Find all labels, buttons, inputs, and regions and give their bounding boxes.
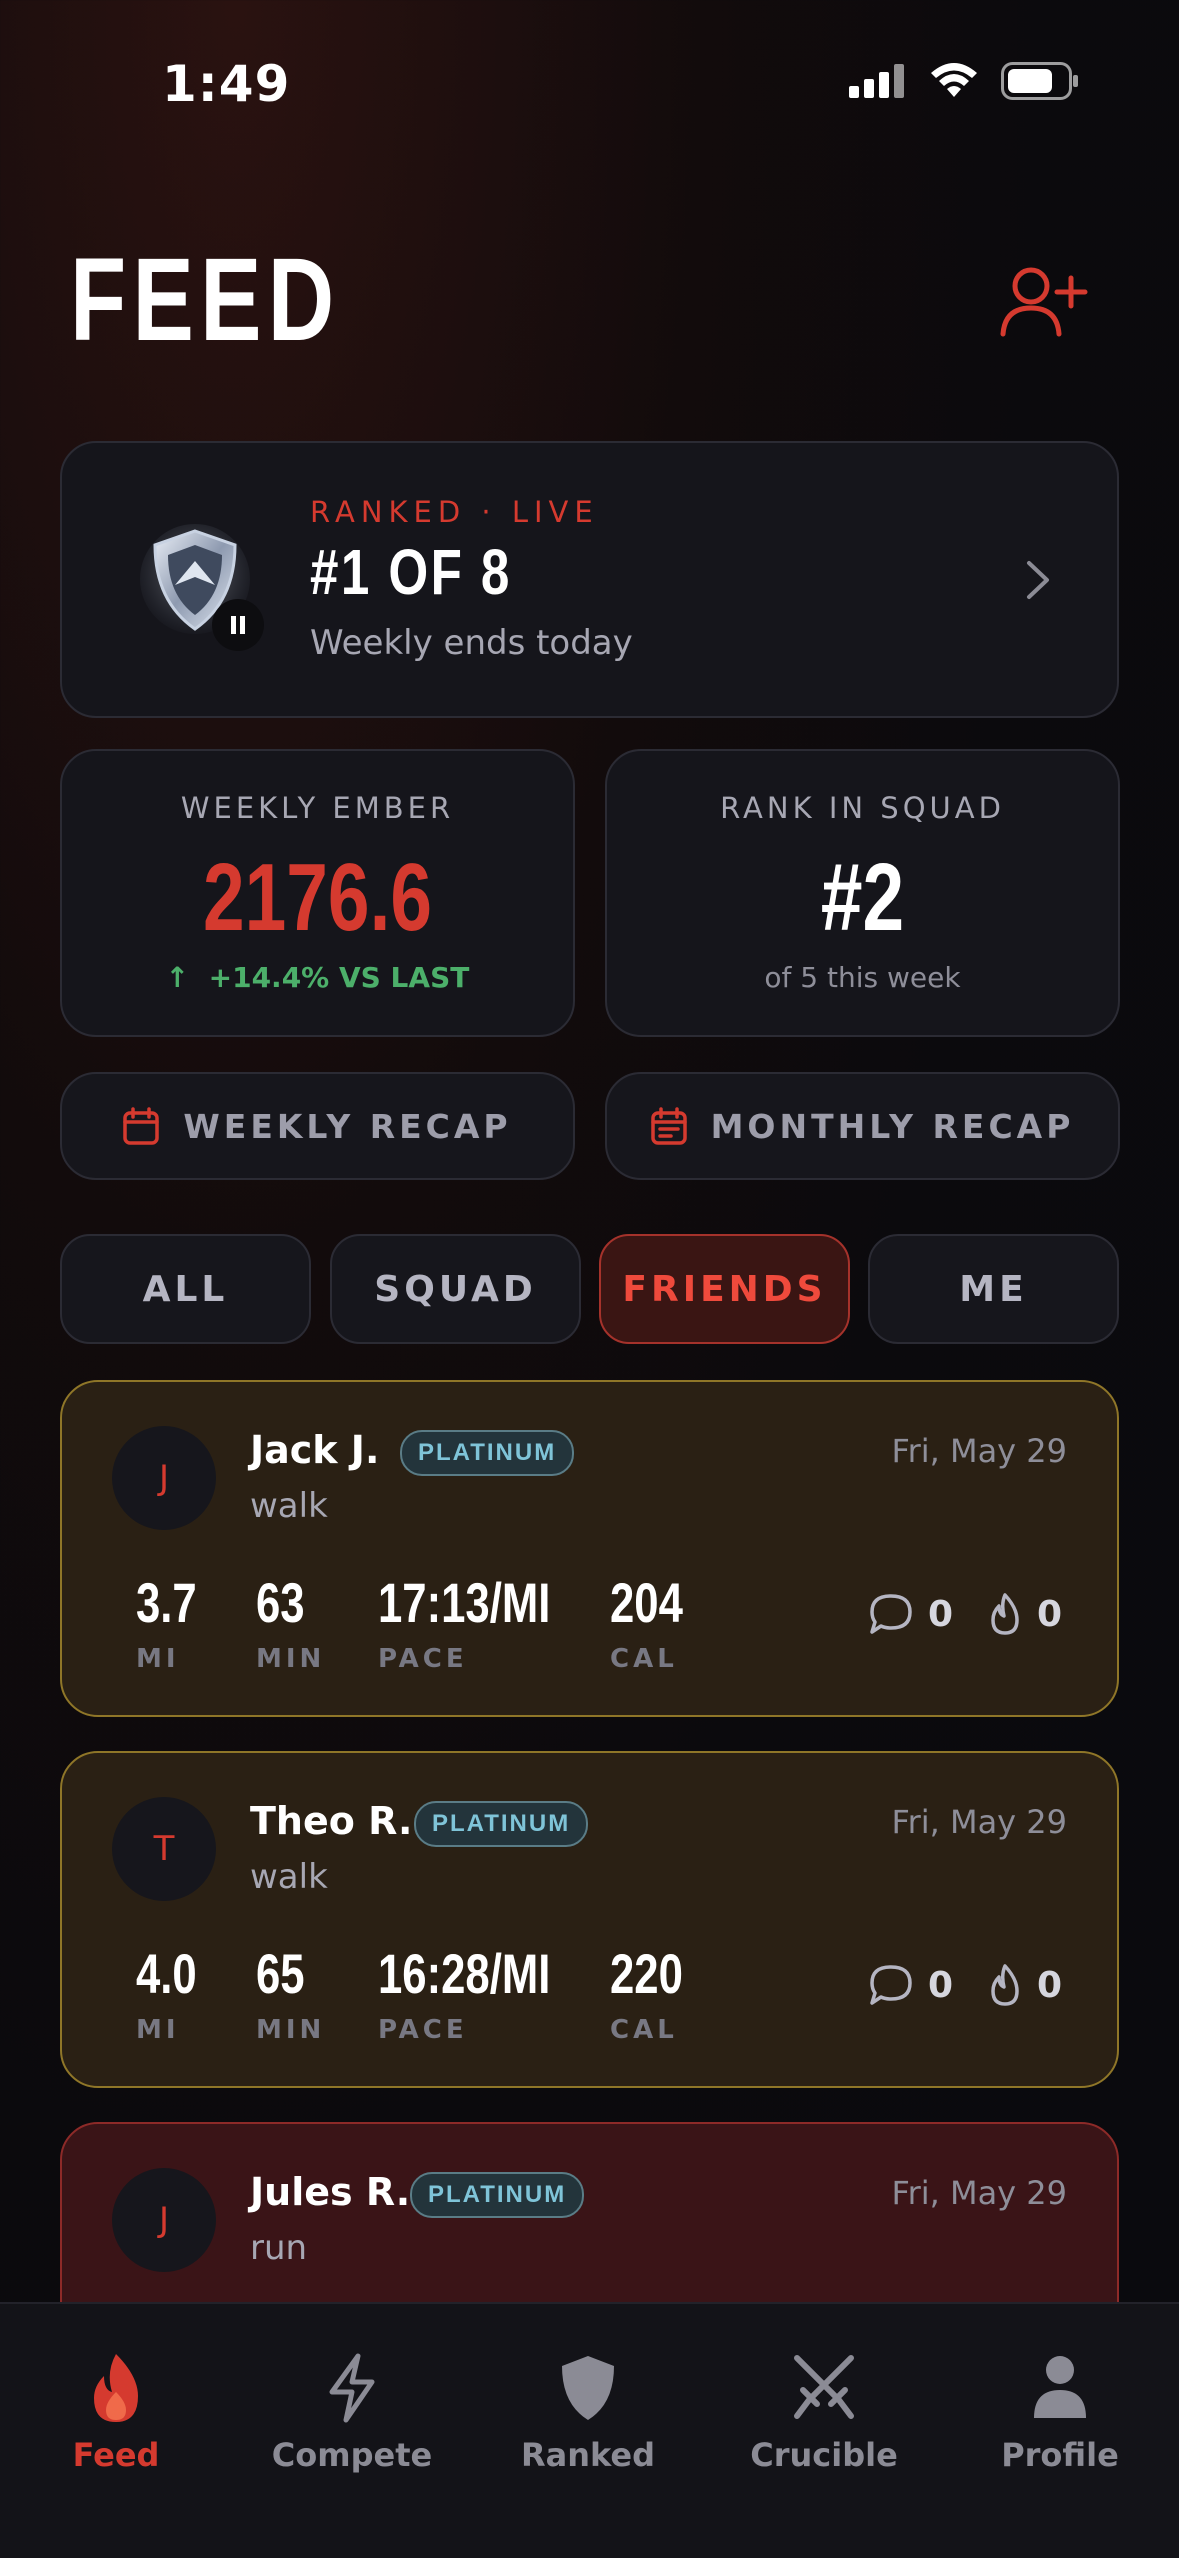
shield-icon xyxy=(562,2356,614,2420)
weekly-ember-card: WEEKLY EMBER 2176.6 ↑ +14.4% VS LAST xyxy=(60,749,575,1037)
flame-outline-icon xyxy=(991,1964,1019,2006)
user-name: Jules R. xyxy=(250,2170,411,2214)
tab-label: Profile xyxy=(1001,2436,1119,2474)
ranked-position: #1 OF 8 xyxy=(310,536,512,608)
wifi-icon xyxy=(931,63,977,97)
tab-ranked[interactable]: Ranked xyxy=(488,2352,688,2474)
user-name: Jack J. xyxy=(250,1428,380,1472)
activity-type: walk xyxy=(250,1486,328,1526)
weekly-ember-change: ↑ +14.4% VS LAST xyxy=(62,961,573,994)
add-friend-icon[interactable] xyxy=(999,262,1089,342)
metric-value: 220 xyxy=(610,1942,683,2005)
filter-tab-label: ME xyxy=(959,1268,1028,1310)
metric-label: MI xyxy=(136,1644,180,1674)
crossed-swords-icon xyxy=(794,2355,854,2419)
metric-value: 16:28/MI xyxy=(378,1942,551,2005)
tab-profile[interactable]: Profile xyxy=(960,2352,1160,2474)
activity-date: Fri, May 29 xyxy=(891,2174,1067,2212)
metric-value: 4.0 xyxy=(136,1942,197,2005)
metric-label: CAL xyxy=(610,1644,678,1674)
activity-card[interactable]: J Jack J. PLATINUM Fri, May 29 walk 3.7 … xyxy=(60,1380,1119,1717)
rank-in-squad-value: #2 xyxy=(820,844,905,951)
ranked-subtitle: Weekly ends today xyxy=(310,623,633,663)
weekly-ember-label: WEEKLY EMBER xyxy=(180,791,455,825)
tier-badge: PLATINUM xyxy=(414,1801,589,1847)
metric-label: MIN xyxy=(256,1644,326,1674)
metric-label: PACE xyxy=(378,1644,468,1674)
tier-badge: PLATINUM xyxy=(400,1430,575,1476)
monthly-recap-label: MONTHLY RECAP xyxy=(710,1106,1075,1146)
fire-count: 0 xyxy=(1037,1964,1063,2006)
weekly-recap-label: WEEKLY RECAP xyxy=(183,1106,512,1146)
tab-feed[interactable]: Feed xyxy=(16,2352,216,2474)
weekly-ember-change-text: +14.4% VS LAST xyxy=(208,961,470,994)
metric-label: MIN xyxy=(256,2015,326,2045)
metric-value: 3.7 xyxy=(136,1571,197,1634)
arrow-up-icon: ↑ xyxy=(165,961,190,994)
calendar-list-icon xyxy=(650,1107,687,1145)
pause-icon xyxy=(212,599,264,651)
filter-tab-label: ALL xyxy=(142,1268,229,1310)
avatar: J xyxy=(112,2168,216,2272)
tab-label: Compete xyxy=(271,2436,433,2474)
comment-count: 0 xyxy=(928,1964,954,2006)
tab-compete[interactable]: Compete xyxy=(252,2352,452,2474)
tab-crucible[interactable]: Crucible xyxy=(724,2352,924,2474)
filter-tab-squad[interactable]: SQUAD xyxy=(330,1234,581,1344)
metric-value: 204 xyxy=(610,1571,683,1634)
metric-value: 65 xyxy=(256,1942,305,2005)
activity-date: Fri, May 29 xyxy=(891,1432,1067,1470)
monthly-recap-button[interactable]: MONTHLY RECAP xyxy=(605,1072,1120,1180)
comment-icon xyxy=(870,1594,912,1634)
filter-tab-label: SQUAD xyxy=(374,1268,537,1310)
metric-label: PACE xyxy=(378,2015,468,2045)
ranked-card[interactable]: RANKED · LIVE #1 OF 8 Weekly ends today xyxy=(60,441,1119,718)
comment-icon xyxy=(870,1965,912,2005)
comment-button[interactable]: 0 xyxy=(868,1963,953,2007)
status-icons xyxy=(849,62,1079,100)
bottom-tab-bar: Feed Compete Ranked Crucible Profile xyxy=(0,2302,1179,2558)
rank-in-squad-label: RANK IN SQUAD xyxy=(720,791,1005,825)
tab-label: Ranked xyxy=(520,2436,656,2474)
page-title: FEED xyxy=(70,234,341,366)
bolt-icon xyxy=(329,2353,375,2423)
tab-label: Crucible xyxy=(750,2436,898,2474)
fire-count: 0 xyxy=(1037,1593,1063,1635)
weekly-recap-button[interactable]: WEEKLY RECAP xyxy=(60,1072,575,1180)
filter-tab-friends[interactable]: FRIENDS xyxy=(599,1234,850,1344)
comment-button[interactable]: 0 xyxy=(868,1592,953,1636)
filter-tab-label: FRIENDS xyxy=(622,1268,827,1310)
person-icon xyxy=(1034,2356,1086,2418)
tier-badge: PLATINUM xyxy=(410,2172,585,2218)
user-name: Theo R. xyxy=(250,1799,413,1843)
battery-icon xyxy=(1001,62,1078,100)
activity-date: Fri, May 29 xyxy=(891,1803,1067,1841)
metric-label: CAL xyxy=(610,2015,678,2045)
flame-outline-icon xyxy=(991,1593,1019,1635)
filter-tab-me[interactable]: ME xyxy=(868,1234,1119,1344)
chevron-right-icon xyxy=(1027,561,1049,599)
activity-type: walk xyxy=(250,1857,328,1897)
ranked-label: RANKED · LIVE xyxy=(310,495,599,529)
metric-value: 63 xyxy=(256,1571,305,1634)
calendar-icon xyxy=(123,1107,160,1145)
filter-tab-all[interactable]: ALL xyxy=(60,1234,311,1344)
weekly-ember-value: 2176.6 xyxy=(202,844,433,951)
rank-in-squad-card: RANK IN SQUAD #2 of 5 this week xyxy=(605,749,1120,1037)
activity-card[interactable]: T Theo R. PLATINUM Fri, May 29 walk 4.0 … xyxy=(60,1751,1119,2088)
flame-icon xyxy=(94,2354,138,2422)
avatar: J xyxy=(112,1426,216,1530)
comment-count: 0 xyxy=(928,1593,954,1635)
metric-value: 17:13/MI xyxy=(378,1571,551,1634)
fire-button[interactable]: 0 xyxy=(987,1592,1062,1636)
metric-label: MI xyxy=(136,2015,180,2045)
status-time: 1:49 xyxy=(162,55,291,113)
activity-type: run xyxy=(250,2228,308,2268)
tab-label: Feed xyxy=(72,2436,160,2474)
avatar: T xyxy=(112,1797,216,1901)
fire-button[interactable]: 0 xyxy=(987,1963,1062,2007)
cellular-signal-icon xyxy=(849,64,904,98)
rank-in-squad-sub: of 5 this week xyxy=(764,961,961,994)
